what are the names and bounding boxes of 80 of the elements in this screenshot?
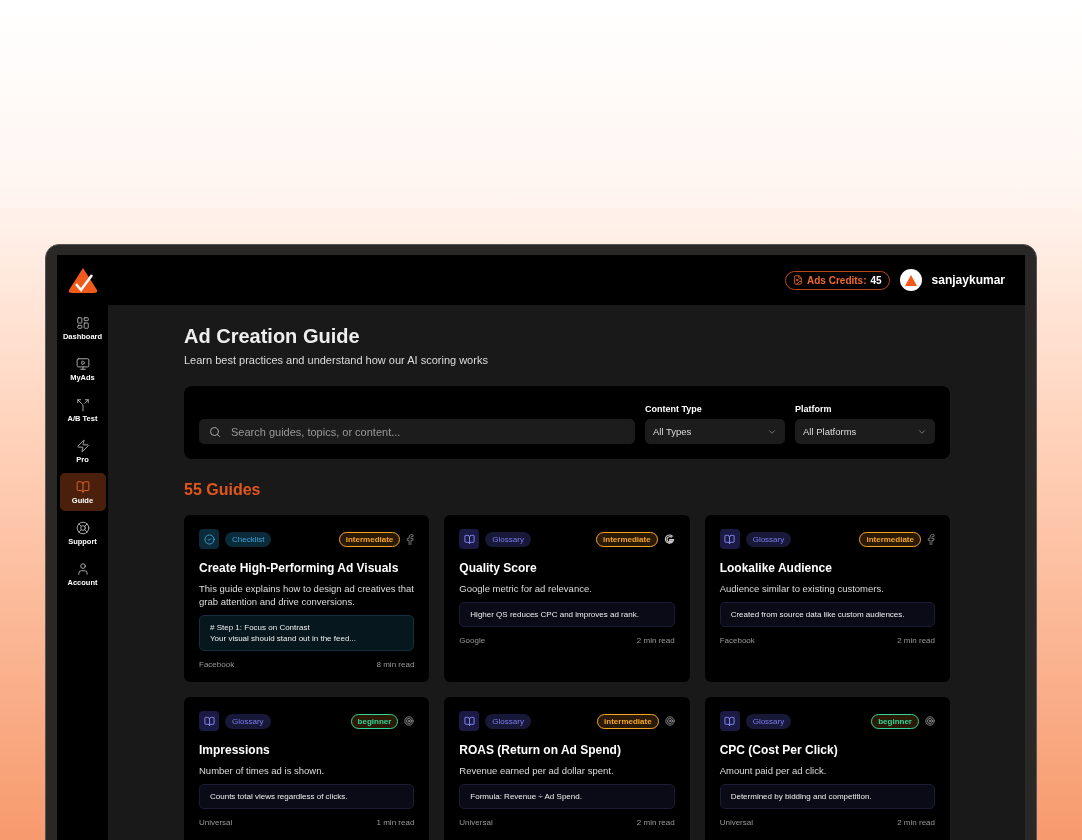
credits-value: 45	[870, 274, 882, 286]
guide-excerpt: Higher QS reduces CPC and improves ad rank.	[459, 602, 675, 627]
nav-icon	[75, 438, 90, 453]
platform-label: Universal	[459, 818, 493, 827]
nav-icon	[75, 397, 90, 412]
book-icon	[459, 711, 480, 731]
username: sanjaykumar	[931, 273, 1005, 287]
category-tag: Checklist	[225, 531, 272, 547]
read-time: 8 min read	[376, 660, 415, 669]
guide-card[interactable]: Glossary beginner Impressions Number of times ad is shown. Counts total views regardless of clicks. Universal 1 min read	[184, 697, 430, 840]
guide-description: Amount paid per ad click.	[719, 764, 828, 777]
guide-card[interactable]: Glossary intermediate Lookalike Audience Audience similar to existing customers. Created from source data like custom audiences. Facebook 2 min read	[704, 515, 950, 682]
target-icon	[925, 716, 935, 726]
read-time: 1 min read	[376, 818, 415, 827]
read-time: 2 min read	[897, 636, 935, 645]
nav-icon	[75, 520, 90, 535]
search-input[interactable]: Search guides, topics, or content...	[229, 424, 625, 439]
guide-card[interactable]: Glossary beginner CPC (Cost Per Click) Amount paid per ad click. Determined by bidding and competition. Universal 2 min read	[704, 697, 950, 840]
difficulty-badge: intermediate	[859, 531, 921, 547]
google-icon	[663, 533, 675, 545]
filter-dropdown[interactable]: All Platforms	[795, 419, 935, 444]
guide-title: ROAS (Return on Ad Spend)	[459, 743, 622, 757]
book-icon	[199, 711, 219, 731]
platform-label: Facebook	[199, 660, 235, 669]
difficulty-badge: intermediate	[338, 531, 401, 547]
guide-excerpt: Counts total views regardless of clicks.	[199, 784, 415, 809]
difficulty-badge: beginner	[350, 713, 399, 729]
category-tag: Glossary	[485, 531, 531, 547]
difficulty-badge: intermediate	[596, 531, 658, 547]
guide-description: Revenue earned per ad dollar spent.	[459, 764, 615, 777]
category-tag: Glossary	[225, 713, 271, 729]
nav-icon	[75, 479, 90, 494]
guide-title: Impressions	[199, 743, 271, 757]
difficulty-badge: beginner	[871, 713, 919, 729]
nav-icon	[75, 315, 90, 330]
difficulty-badge: intermediate	[597, 713, 659, 729]
guide-excerpt: Formula: Revenue ÷ Ad Spend.	[459, 784, 675, 809]
guide-description: Google metric for ad relevance.	[459, 582, 593, 595]
page-subtitle: Learn best practices and understand how our AI scoring works	[184, 354, 489, 366]
guide-excerpt: # Step 1: Focus on Contrast Your visual should stand out in the feed...	[199, 615, 415, 651]
guide-card[interactable]: Glossary intermediate ROAS (Return on Ad Spend) Revenue earned per ad dollar spent. Formula: Revenue ÷ Ad Spend. Universal 2 min read	[444, 697, 690, 840]
read-time: 2 min read	[897, 818, 935, 827]
filter-dropdown[interactable]: All Types	[645, 419, 785, 444]
logo-icon	[67, 266, 99, 294]
guide-title: Create High-Performing Ad Visuals	[199, 561, 400, 575]
page-title: Ad Creation Guide	[184, 325, 361, 348]
guide-card[interactable]: Glossary intermediate Quality Score Google metric for ad relevance. Higher QS reduces CPC and improves ad rank. Google 2 min read	[444, 515, 690, 682]
guide-card[interactable]	[184, 515, 430, 682]
read-time: 2 min read	[636, 636, 675, 645]
file-image-icon	[793, 275, 804, 285]
book-icon	[459, 529, 480, 549]
guide-description: Number of times ad is shown.	[199, 764, 326, 777]
guide-title: CPC (Cost Per Click)	[719, 743, 839, 757]
platform-label: Universal	[199, 818, 233, 827]
book-icon	[719, 711, 740, 731]
filter-label: Platform	[795, 404, 833, 414]
search-field[interactable]: Search guides, topics, or content...	[199, 419, 635, 444]
filter-label: Content Type	[645, 404, 703, 414]
guide-description: This guide explains how to design ad creatives that grab attention and drive conversions.	[199, 582, 415, 608]
guide-excerpt: Created from source data like custom audiences.	[719, 602, 935, 627]
guide-excerpt: Determined by bidding and competition.	[719, 784, 935, 809]
book-icon	[719, 529, 740, 549]
read-time: 2 min read	[636, 818, 675, 827]
nav-icon	[75, 356, 90, 371]
search-icon	[209, 425, 221, 438]
category-tag: Glossary	[745, 531, 792, 547]
user-avatar[interactable]	[899, 269, 922, 291]
target-icon	[664, 716, 675, 726]
platform-label: Universal	[719, 818, 753, 827]
guide-description: Audience similar to existing customers.	[719, 582, 885, 595]
guide-title: Quality Score	[459, 561, 538, 575]
category-tag: Glossary	[485, 713, 531, 729]
platform-label: Google	[459, 636, 486, 645]
guide-title: Lookalike Audience	[719, 561, 833, 575]
target-icon	[404, 716, 415, 726]
category-tag: Glossary	[745, 713, 792, 729]
nav-icon	[75, 561, 90, 576]
platform-label: Facebook	[719, 636, 755, 645]
credits-label: Ads Credits:	[807, 274, 867, 286]
guides-count: 55 Guides	[184, 481, 262, 499]
